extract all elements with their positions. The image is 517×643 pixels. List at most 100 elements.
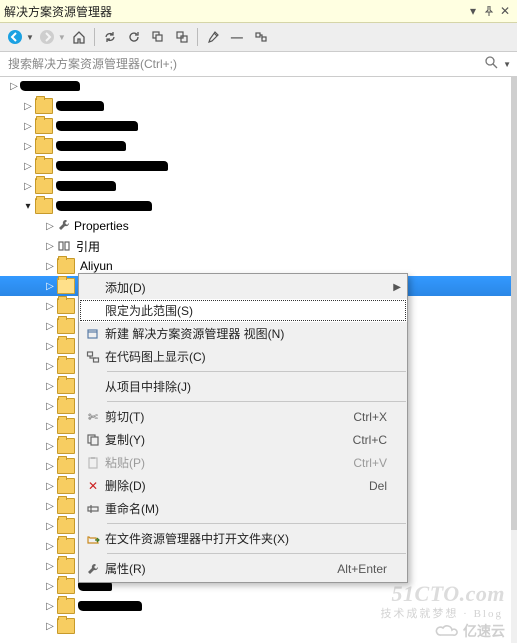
expander-icon[interactable]: ▷: [44, 580, 56, 592]
back-history-dropdown[interactable]: ▼: [26, 33, 34, 42]
menu-cut[interactable]: ✄ 剪切(T) Ctrl+X: [79, 405, 407, 428]
expander-icon[interactable]: ▷: [44, 240, 56, 252]
menu-label: 限定为此范围(S): [105, 302, 387, 319]
menu-label: 删除(D): [105, 477, 359, 494]
folder-icon: [35, 198, 53, 214]
menu-separator: [107, 553, 406, 554]
expander-icon[interactable]: ▾: [22, 200, 34, 212]
expander-icon[interactable]: ▷: [44, 380, 56, 392]
tree-item-references[interactable]: ▷ 引用: [0, 236, 511, 256]
tree-item-properties[interactable]: ▷ Properties: [0, 216, 511, 236]
menu-copy[interactable]: 复制(Y) Ctrl+C: [79, 428, 407, 451]
title-bar: 解决方案资源管理器 ▾ ✕: [0, 0, 517, 23]
folder-icon: [35, 98, 53, 114]
dropdown-button[interactable]: ▾: [465, 3, 481, 19]
menu-separator: [107, 523, 406, 524]
rename-icon: [81, 497, 105, 520]
menu-open-folder-in-explorer[interactable]: 在文件资源管理器中打开文件夹(X): [79, 527, 407, 550]
context-menu: 添加(D) ▶ 限定为此范围(S) 新建 解决方案资源管理器 视图(N) 在代码…: [78, 273, 408, 583]
wrench-icon: [56, 218, 72, 235]
expander-icon[interactable]: ▷: [44, 400, 56, 412]
menu-delete[interactable]: ✕ 删除(D) Del: [79, 474, 407, 497]
show-all-files-button[interactable]: [171, 26, 193, 48]
menu-label: 复制(Y): [105, 431, 343, 448]
collapse-all-button[interactable]: [147, 26, 169, 48]
preview-button[interactable]: —: [226, 26, 248, 48]
expander-icon[interactable]: ▷: [44, 600, 56, 612]
search-bar[interactable]: ▼: [0, 52, 517, 77]
expander-icon[interactable]: ▷: [44, 440, 56, 452]
code-map-icon: [81, 345, 105, 368]
menu-label: 剪切(T): [105, 408, 343, 425]
home-button[interactable]: [68, 26, 90, 48]
refresh-button[interactable]: [123, 26, 145, 48]
expander-icon[interactable]: ▷: [44, 260, 56, 272]
folder-icon: [57, 598, 75, 614]
expander-icon[interactable]: ▷: [8, 80, 20, 92]
menu-label: 在代码图上显示(C): [105, 348, 387, 365]
expander-icon[interactable]: ▷: [44, 620, 56, 632]
separator: [197, 28, 198, 46]
properties-button[interactable]: [202, 26, 224, 48]
menu-separator: [107, 401, 406, 402]
expander-icon[interactable]: ▷: [44, 360, 56, 372]
expander-icon[interactable]: ▷: [44, 300, 56, 312]
expander-icon[interactable]: ▷: [44, 420, 56, 432]
folder-icon: [57, 298, 75, 314]
expander-icon[interactable]: ▷: [44, 540, 56, 552]
back-button[interactable]: [4, 26, 26, 48]
expander-icon[interactable]: ▷: [44, 480, 56, 492]
delete-icon: ✕: [81, 474, 105, 497]
folder-icon: [35, 118, 53, 134]
pin-button[interactable]: [481, 3, 497, 19]
menu-rename[interactable]: 重命名(M): [79, 497, 407, 520]
menu-add[interactable]: 添加(D) ▶: [79, 276, 407, 299]
new-view-icon: [81, 322, 105, 345]
forward-button[interactable]: [36, 26, 58, 48]
menu-new-solution-explorer-view[interactable]: 新建 解决方案资源管理器 视图(N): [79, 322, 407, 345]
menu-show-on-code-map[interactable]: 在代码图上显示(C): [79, 345, 407, 368]
expander-icon[interactable]: ▷: [22, 100, 34, 112]
expander-icon[interactable]: ▷: [44, 340, 56, 352]
expander-icon[interactable]: ▷: [22, 160, 34, 172]
expander-icon[interactable]: ▷: [22, 180, 34, 192]
sync-button[interactable]: [99, 26, 121, 48]
search-input[interactable]: [6, 56, 485, 72]
folder-icon: [57, 618, 75, 634]
open-folder-icon: [81, 527, 105, 550]
folder-icon: [35, 158, 53, 174]
separator: [94, 28, 95, 46]
menu-shortcut: Ctrl+C: [353, 433, 387, 447]
tree-item-label: Aliyun: [80, 259, 113, 273]
copy-icon: [81, 428, 105, 451]
expander-icon[interactable]: ▷: [44, 520, 56, 532]
expander-icon[interactable]: ▷: [44, 560, 56, 572]
expander-icon[interactable]: ▷: [44, 220, 56, 232]
expander-icon[interactable]: ▷: [44, 500, 56, 512]
expander-icon[interactable]: ▷: [22, 120, 34, 132]
expander-icon[interactable]: ▷: [44, 280, 56, 292]
expander-icon[interactable]: ▷: [44, 320, 56, 332]
menu-label: 属性(R): [105, 560, 327, 577]
paste-icon: [81, 451, 105, 474]
menu-exclude-from-project[interactable]: 从项目中排除(J): [79, 375, 407, 398]
blank-icon: [81, 375, 105, 398]
forward-history-dropdown[interactable]: ▼: [58, 33, 66, 42]
menu-properties[interactable]: 属性(R) Alt+Enter: [79, 557, 407, 580]
scissors-icon: ✄: [81, 405, 105, 428]
menu-label: 新建 解决方案资源管理器 视图(N): [105, 325, 387, 342]
folder-icon: [57, 318, 75, 334]
expander-icon[interactable]: ▷: [44, 460, 56, 472]
view-code-button[interactable]: [250, 26, 272, 48]
menu-label: 粘贴(P): [105, 454, 343, 471]
scrollbar-track[interactable]: [511, 76, 517, 643]
menu-scope-to-this[interactable]: 限定为此范围(S): [79, 299, 407, 322]
folder-icon: [57, 338, 75, 354]
blank-icon: [81, 276, 105, 299]
close-button[interactable]: ✕: [497, 3, 513, 19]
expander-icon[interactable]: ▷: [22, 140, 34, 152]
folder-icon: [57, 438, 75, 454]
search-options-dropdown[interactable]: ▼: [503, 60, 511, 69]
scrollbar-thumb[interactable]: [511, 76, 517, 530]
folder-icon: [57, 518, 75, 534]
